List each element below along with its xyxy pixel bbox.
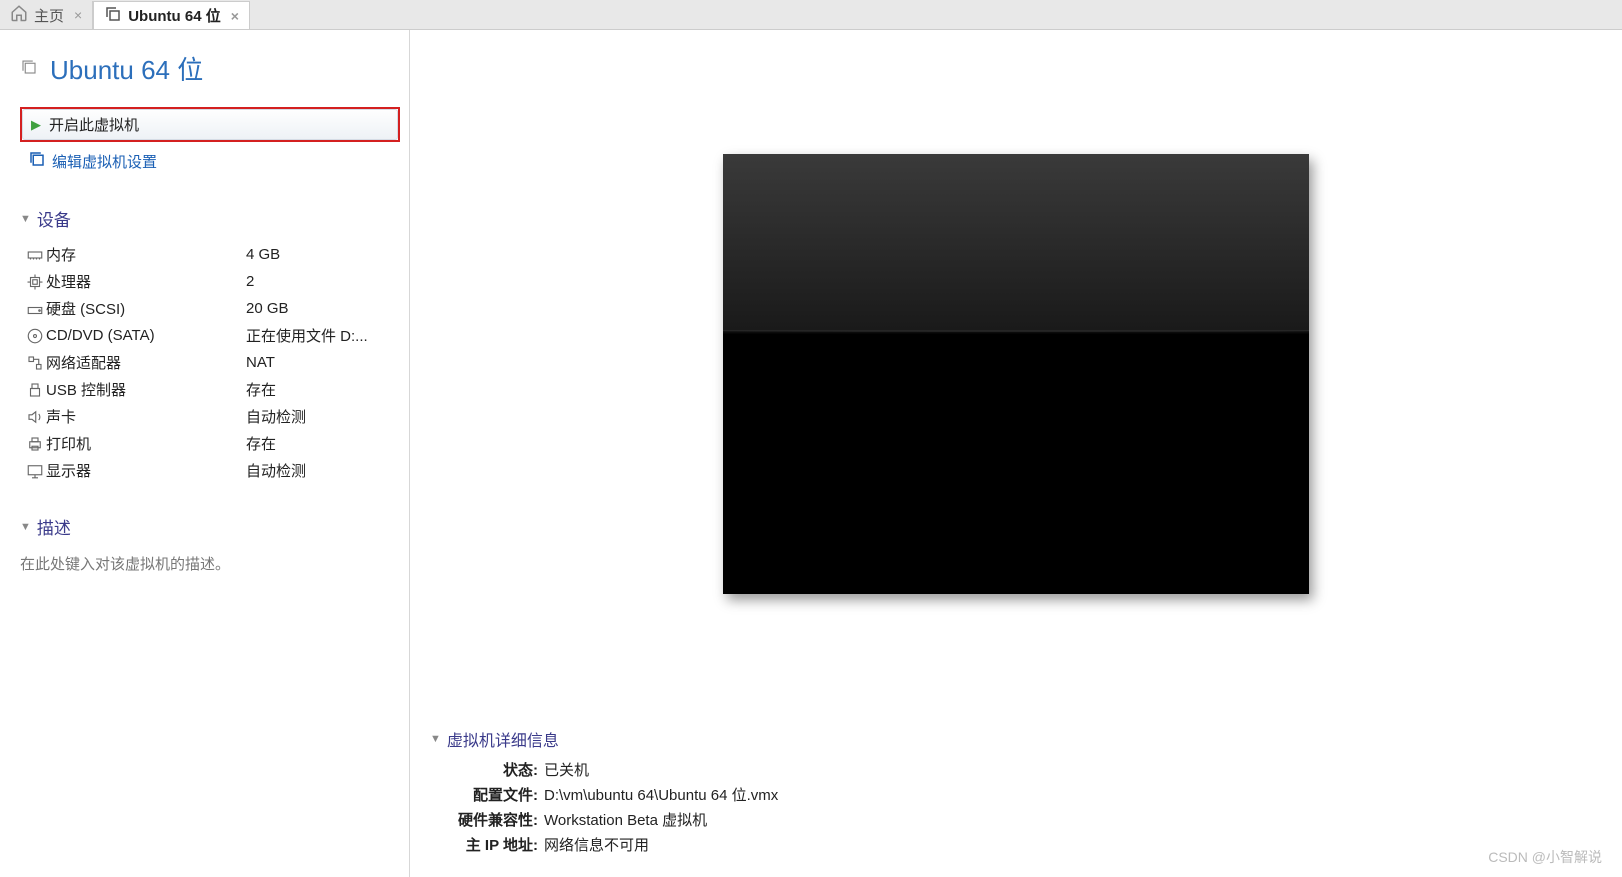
device-value: 正在使用文件 D:...	[246, 325, 368, 346]
disc-icon	[24, 327, 46, 345]
device-value: 存在	[246, 433, 276, 454]
devices-label: 设备	[37, 206, 71, 231]
chevron-down-icon: ▼	[20, 521, 31, 533]
play-icon: ▶	[31, 117, 41, 133]
copy-icon	[104, 5, 122, 27]
detail-value: 已关机	[544, 759, 589, 780]
device-label: CD/DVD (SATA)	[46, 327, 246, 344]
detail-value: D:\vm\ubuntu 64\Ubuntu 64 位.vmx	[544, 784, 778, 805]
detail-compat: 硬件兼容性: Workstation Beta 虚拟机	[430, 807, 1602, 832]
tab-home[interactable]: 主页 ×	[0, 1, 93, 29]
cpu-icon	[24, 273, 46, 291]
power-on-highlight-box: ▶ 开启此虚拟机	[20, 107, 400, 142]
left-panel: Ubuntu 64 位 ▶ 开启此虚拟机 编辑虚拟机设置 ▼ 设备 内存 4 G…	[0, 30, 410, 877]
device-usb[interactable]: USB 控制器 存在	[24, 376, 389, 403]
detail-label: 主 IP 地址:	[430, 834, 538, 855]
detail-label: 硬件兼容性:	[430, 809, 538, 830]
right-panel: ▼ 虚拟机详细信息 状态: 已关机 配置文件: D:\vm\ubuntu 64\…	[410, 30, 1622, 877]
device-value: 20 GB	[246, 300, 289, 317]
content: Ubuntu 64 位 ▶ 开启此虚拟机 编辑虚拟机设置 ▼ 设备 内存 4 G…	[0, 30, 1622, 877]
detail-value: Workstation Beta 虚拟机	[544, 809, 707, 830]
device-label: 声卡	[46, 406, 246, 427]
detail-config: 配置文件: D:\vm\ubuntu 64\Ubuntu 64 位.vmx	[430, 782, 1602, 807]
tab-vm[interactable]: Ubuntu 64 位 ×	[93, 1, 250, 29]
detail-label: 状态:	[430, 759, 538, 780]
device-label: 打印机	[46, 433, 246, 454]
device-label: USB 控制器	[46, 379, 246, 400]
device-printer[interactable]: 打印机 存在	[24, 430, 389, 457]
detail-ip: 主 IP 地址: 网络信息不可用	[430, 832, 1602, 857]
details-section: ▼ 虚拟机详细信息 状态: 已关机 配置文件: D:\vm\ubuntu 64\…	[430, 727, 1602, 857]
device-cddvd[interactable]: CD/DVD (SATA) 正在使用文件 D:...	[24, 322, 389, 349]
power-on-button[interactable]: ▶ 开启此虚拟机	[22, 109, 398, 140]
close-icon[interactable]: ×	[74, 7, 82, 23]
details-label: 虚拟机详细信息	[447, 727, 559, 751]
hdd-icon	[24, 300, 46, 318]
sound-icon	[24, 408, 46, 426]
device-label: 显示器	[46, 460, 246, 481]
device-label: 内存	[46, 244, 246, 265]
edit-icon	[28, 150, 46, 172]
preview-area	[430, 50, 1602, 697]
device-display[interactable]: 显示器 自动检测	[24, 457, 389, 484]
device-network[interactable]: 网络适配器 NAT	[24, 349, 389, 376]
device-label: 硬盘 (SCSI)	[46, 298, 246, 319]
edit-settings-link[interactable]: 编辑虚拟机设置	[20, 146, 389, 176]
description-input[interactable]: 在此处键入对该虚拟机的描述。	[20, 549, 389, 578]
copy-icon	[20, 58, 38, 80]
tab-home-label: 主页	[34, 5, 64, 26]
description-label: 描述	[37, 514, 71, 539]
detail-label: 配置文件:	[430, 784, 538, 805]
devices-section-header[interactable]: ▼ 设备	[20, 206, 389, 231]
device-value: NAT	[246, 354, 275, 371]
display-icon	[24, 462, 46, 480]
device-memory[interactable]: 内存 4 GB	[24, 241, 389, 268]
device-value: 4 GB	[246, 246, 280, 263]
device-value: 自动检测	[246, 460, 306, 481]
network-icon	[24, 354, 46, 372]
printer-icon	[24, 435, 46, 453]
usb-icon	[24, 381, 46, 399]
chevron-down-icon: ▼	[430, 733, 441, 745]
device-hdd[interactable]: 硬盘 (SCSI) 20 GB	[24, 295, 389, 322]
details-section-header[interactable]: ▼ 虚拟机详细信息	[430, 727, 1602, 751]
description-section-header[interactable]: ▼ 描述	[20, 514, 389, 539]
edit-settings-label: 编辑虚拟机设置	[52, 151, 157, 172]
memory-icon	[24, 246, 46, 264]
vm-title: Ubuntu 64 位	[50, 50, 203, 87]
watermark: CSDN @小智解说	[1488, 847, 1602, 867]
vm-preview-screen[interactable]	[723, 154, 1309, 594]
power-on-label: 开启此虚拟机	[49, 114, 139, 135]
tab-bar: 主页 × Ubuntu 64 位 ×	[0, 0, 1622, 30]
device-sound[interactable]: 声卡 自动检测	[24, 403, 389, 430]
device-value: 2	[246, 273, 254, 290]
detail-state: 状态: 已关机	[430, 757, 1602, 782]
device-list: 内存 4 GB 处理器 2 硬盘 (SCSI) 20 GB CD/DVD (SA…	[20, 241, 389, 484]
detail-value: 网络信息不可用	[544, 834, 649, 855]
device-processor[interactable]: 处理器 2	[24, 268, 389, 295]
device-value: 自动检测	[246, 406, 306, 427]
chevron-down-icon: ▼	[20, 213, 31, 225]
home-icon	[10, 4, 28, 26]
device-label: 处理器	[46, 271, 246, 292]
device-label: 网络适配器	[46, 352, 246, 373]
vm-title-row: Ubuntu 64 位	[20, 50, 389, 87]
device-value: 存在	[246, 379, 276, 400]
tab-vm-label: Ubuntu 64 位	[128, 5, 221, 26]
close-icon[interactable]: ×	[231, 8, 239, 24]
